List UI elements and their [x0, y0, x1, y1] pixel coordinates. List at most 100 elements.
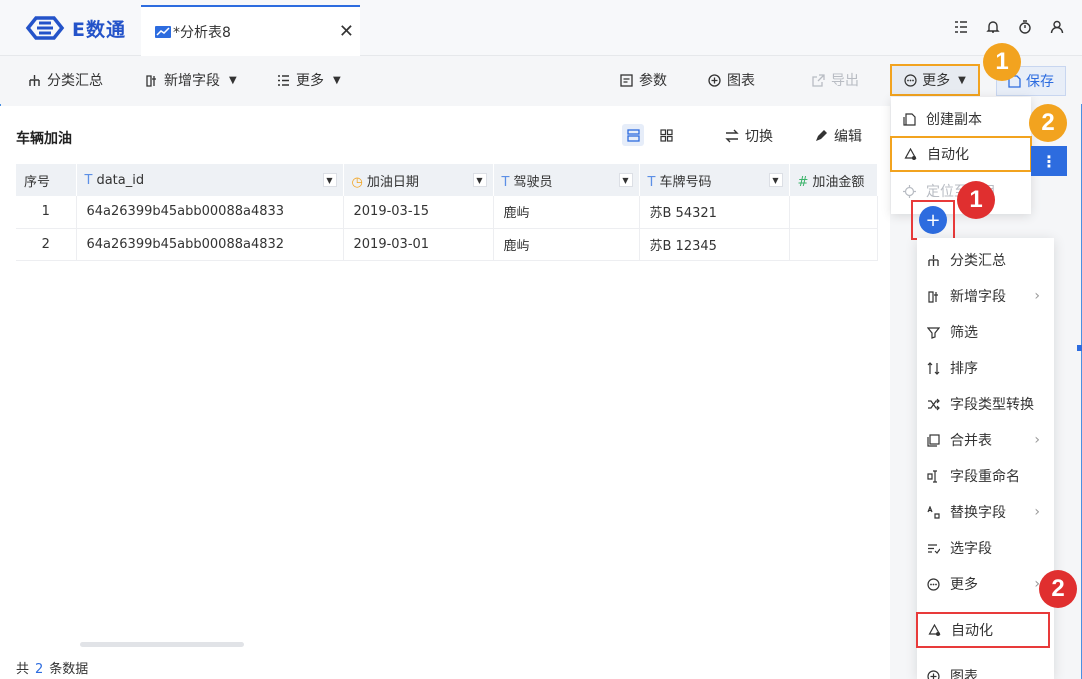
menu-item-replace-field[interactable]: 替换字段 › [917, 494, 1054, 530]
record-count: 共 2 条数据 [16, 658, 88, 677]
table-cell[interactable]: 苏B 54321 [639, 196, 790, 229]
step-badge-2: 2 [1029, 104, 1067, 142]
bell-icon[interactable] [986, 20, 1000, 34]
table-cell[interactable]: 2019-03-01 [343, 228, 494, 261]
table-cell[interactable]: 鹿屿 [493, 228, 640, 261]
menu-item-label: 筛选 [950, 325, 978, 341]
table-cell[interactable]: 1 [16, 196, 77, 229]
switch-button[interactable]: 切换 [725, 126, 773, 146]
list-check-icon[interactable] [954, 20, 968, 34]
column-header[interactable]: ◷ 加油日期 ▼ [343, 164, 494, 196]
shuffle-icon [928, 398, 940, 410]
kebab-icon: ⋮ [1041, 151, 1057, 171]
filter-icon [927, 326, 940, 339]
column-name: 加油金额 [812, 174, 865, 190]
menu-item-create-copy[interactable]: 创建副本 [891, 101, 1031, 137]
app-logo[interactable]: E数通 [24, 14, 126, 42]
group-summary-button[interactable]: 分类汇总 [28, 70, 103, 90]
table-row[interactable]: 1 64a26399b45abb00088a4833 2019-03-15 鹿屿… [16, 196, 878, 229]
more-btn-label: 更多 [922, 73, 951, 89]
automation-icon [904, 147, 917, 160]
close-icon[interactable]: ✕ [339, 21, 354, 42]
menu-item-type-convert[interactable]: 字段类型转换 [917, 386, 1054, 422]
column-header[interactable]: # 加油金额 [789, 164, 878, 196]
chart-button[interactable]: 图表 [708, 70, 755, 90]
tab-analysis-sheet[interactable]: *分析表8 ✕ [141, 5, 360, 56]
locate-icon [903, 184, 916, 198]
table-cell[interactable] [789, 228, 878, 261]
column-header[interactable]: 序号 [16, 164, 77, 196]
more-menu-button[interactable]: 更多 ▼ [277, 70, 341, 90]
column-menu-icon[interactable]: ▼ [618, 173, 633, 187]
menu-item-sort[interactable]: 排序 [917, 350, 1054, 386]
column-menu-icon[interactable]: ▼ [472, 173, 487, 187]
menu-item-label: 新增字段 [950, 289, 1006, 305]
caret-down-icon: ▼ [333, 74, 341, 86]
save-label: 保存 [1026, 74, 1054, 90]
horizontal-scrollbar[interactable] [80, 642, 244, 647]
top-bar: E数通 *分析表8 ✕ [0, 0, 1082, 56]
group-summary-label: 分类汇总 [47, 73, 103, 89]
table-cell[interactable]: 2 [16, 228, 77, 261]
table-view-button[interactable] [622, 124, 644, 146]
grid-icon [659, 128, 673, 142]
chevron-right-icon: › [1034, 288, 1040, 304]
table-cell[interactable]: 2019-03-15 [343, 196, 494, 229]
number-type-icon: # [797, 174, 809, 190]
menu-item-group-summary[interactable]: 分类汇总 [917, 242, 1054, 278]
menu-item-label: 自动化 [951, 623, 993, 639]
table-cell[interactable]: 64a26399b45abb00088a4833 [76, 196, 344, 229]
user-icon[interactable] [1050, 20, 1064, 34]
step-badge-1: 1 [983, 43, 1021, 81]
table-cell[interactable]: 鹿屿 [493, 196, 640, 229]
menu-item-label: 排序 [950, 361, 978, 377]
text-type-icon: T [84, 172, 93, 188]
edit-label: 编辑 [834, 129, 862, 145]
menu-item-label: 字段类型转换 [950, 397, 1034, 413]
column-name: 序号 [24, 174, 51, 190]
step-badge-2-red: 2 [1039, 570, 1077, 608]
ellipsis-circle-icon [927, 577, 940, 591]
plus-circle-icon [927, 669, 940, 679]
export-button[interactable]: 导出 [812, 70, 859, 90]
list-icon [278, 74, 289, 86]
sort-icon [927, 361, 940, 375]
table-row[interactable]: 2 64a26399b45abb00088a4832 2019-03-01 鹿屿… [16, 228, 878, 261]
table-cell[interactable]: 64a26399b45abb00088a4832 [76, 228, 344, 261]
menu-item-filter[interactable]: 筛选 [917, 314, 1054, 350]
menu-item-merge-table[interactable]: 合并表 › [917, 422, 1054, 458]
resize-handle-right[interactable] [1077, 345, 1082, 351]
menu-item-automation[interactable]: 自动化 [890, 136, 1032, 172]
column-menu-icon[interactable]: ▼ [322, 173, 337, 187]
kebab-menu-button[interactable]: ⋮ [1031, 146, 1067, 176]
table-cell[interactable]: 苏B 12345 [639, 228, 790, 261]
add-step-menu: 分类汇总 新增字段 › 筛选 排序 字段类型转换 合并表 › 字段重命名 替换字… [916, 238, 1054, 679]
add-step-button-highlight[interactable]: + [911, 200, 955, 240]
grid-view-button[interactable] [655, 124, 677, 146]
column-header[interactable]: T 车牌号码 ▼ [639, 164, 790, 196]
table-cell[interactable] [789, 196, 878, 229]
menu-item-automation[interactable]: 自动化 [916, 612, 1050, 648]
merge-table-icon [927, 433, 940, 447]
logo-mark-icon [25, 16, 65, 40]
more-dropdown-button[interactable]: 更多 ▼ [890, 64, 980, 96]
params-button[interactable]: 参数 [620, 70, 667, 90]
plus-circle-icon [708, 73, 721, 87]
timer-icon[interactable] [1018, 20, 1032, 34]
column-header[interactable]: T 驾驶员 ▼ [493, 164, 640, 196]
add-column-icon [146, 74, 156, 87]
add-field-button[interactable]: 新增字段 ▼ [145, 70, 237, 90]
text-type-icon: T [501, 174, 510, 190]
export-label: 导出 [831, 73, 859, 89]
export-icon [812, 73, 825, 87]
plus-icon[interactable]: + [919, 206, 947, 234]
menu-item-more[interactable]: 更多 › [917, 566, 1054, 602]
menu-item-chart[interactable]: 图表 [917, 658, 1054, 679]
edit-button[interactable]: 编辑 [814, 126, 862, 146]
chart-label: 图表 [727, 73, 755, 89]
column-menu-icon[interactable]: ▼ [768, 173, 783, 187]
menu-item-add-field[interactable]: 新增字段 › [917, 278, 1054, 314]
menu-item-select-field[interactable]: 选字段 [917, 530, 1054, 566]
menu-item-rename-field[interactable]: 字段重命名 [917, 458, 1054, 494]
column-header[interactable]: Tdata_id ▼ [76, 164, 344, 196]
